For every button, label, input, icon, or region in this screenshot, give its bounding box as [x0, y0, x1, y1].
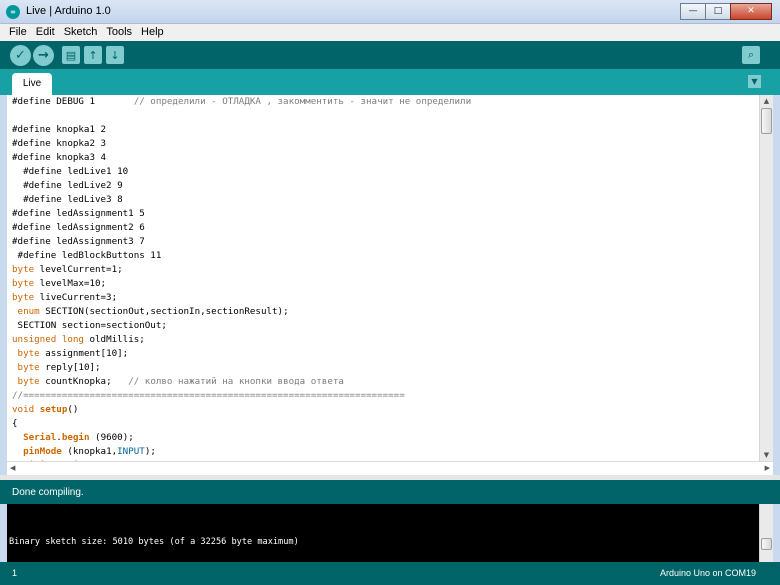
line-number: 1 [12, 568, 18, 578]
code-line: #define ledAssignment1 5 [12, 208, 145, 219]
console-output[interactable]: Binary sketch size: 5010 bytes (of a 322… [7, 504, 759, 562]
console-scroll-thumb[interactable] [761, 538, 772, 550]
code-line: #define ledAssignment3 7 [12, 236, 145, 247]
maximize-button[interactable]: □ [705, 3, 731, 20]
close-button[interactable]: ✕ [730, 3, 772, 20]
code-line: #define ledAssignment2 6 [12, 222, 145, 233]
footer-bar: 1 Arduino Uno on COM19 [0, 562, 780, 585]
code-line: #define ledLive2 9 [12, 180, 123, 191]
code-line: #define knopka2 3 [12, 138, 107, 149]
menu-edit[interactable]: Edit [29, 24, 57, 40]
scroll-right-arrow-icon[interactable]: ▶ [765, 462, 770, 475]
status-message: Done compiling. [12, 487, 84, 498]
serial-monitor-button[interactable]: ⌕ [742, 46, 760, 64]
save-sketch-button[interactable]: ↓ [106, 46, 124, 64]
editor-vertical-scrollbar[interactable]: ▲ ▼ [759, 95, 773, 461]
code-text[interactable]: #define DEBUG 1 // определили - ОТЛАДКА … [7, 95, 759, 461]
code-line: pinMode (knopka1,INPUT); [23, 446, 156, 457]
arrow-up-icon: ↑ [88, 48, 98, 62]
code-editor[interactable]: #define DEBUG 1 // определили - ОТЛАДКА … [7, 95, 759, 461]
editor-scroll-thumb[interactable] [761, 108, 772, 134]
code-line: #define ledLive3 8 [12, 194, 123, 205]
menu-file[interactable]: File [0, 24, 29, 40]
code-line: #define knopka1 2 [12, 124, 107, 135]
arduino-logo-icon: ∞ [6, 5, 20, 19]
arrow-right-icon: → [38, 48, 49, 63]
code-line: //======================================… [12, 390, 405, 401]
scroll-down-arrow-icon[interactable]: ▼ [760, 449, 773, 461]
code-line: void setup() [12, 404, 79, 415]
tab-live[interactable]: Live [12, 73, 52, 95]
code-line: #define ledBlockButtons 11 [12, 250, 162, 261]
console-vertical-scrollbar[interactable] [759, 504, 773, 562]
code-line: ​ [12, 109, 759, 123]
console-text: Binary sketch size: 5010 bytes (of a 322… [9, 537, 299, 547]
code-line: byte levelMax=10; [12, 278, 107, 289]
code-line: byte reply[10]; [17, 362, 101, 373]
open-sketch-button[interactable]: ↑ [84, 46, 102, 64]
code-line: byte liveCurrent=3; [12, 292, 118, 303]
magnifier-icon: ⌕ [747, 48, 755, 61]
menu-tools[interactable]: Tools [99, 24, 134, 40]
new-sketch-button[interactable]: ▤ [62, 46, 80, 64]
board-port-label: Arduino Uno on COM19 [659, 568, 756, 578]
window-title: Live | Arduino 1.0 [26, 5, 111, 17]
new-file-icon: ▤ [65, 48, 77, 62]
code-line: { [12, 418, 18, 429]
code-line: Serial.begin (9600); [23, 432, 134, 443]
toolbar: ✓ → ▤ ↑ ↓ ⌕ [0, 41, 780, 69]
verify-button[interactable]: ✓ [10, 45, 31, 66]
upload-button[interactable]: → [33, 45, 54, 66]
menu-help[interactable]: Help [134, 24, 166, 40]
scroll-left-arrow-icon[interactable]: ◀ [10, 462, 15, 475]
code-line: #define ledLive1 10 [12, 166, 129, 177]
tab-bar: Live ▼ [0, 69, 780, 95]
window-titlebar[interactable]: ∞ Live | Arduino 1.0 — □ ✕ [0, 0, 780, 24]
minimize-button[interactable]: — [680, 3, 706, 20]
scroll-up-arrow-icon[interactable]: ▲ [760, 95, 773, 107]
window-controls: — □ ✕ [680, 3, 772, 21]
code-line: byte levelCurrent=1; [12, 264, 123, 275]
menu-bar: File Edit Sketch Tools Help [0, 24, 780, 41]
editor-horizontal-scrollbar[interactable]: ◀ ▶ [7, 461, 773, 475]
status-bar: Done compiling. [0, 480, 780, 504]
code-line: #define knopka3 4 [12, 152, 107, 163]
code-line: #define DEBUG 1 // определили - ОТЛАДКА … [12, 96, 472, 107]
tab-menu-button[interactable]: ▼ [748, 75, 761, 88]
code-line: byte countKnopka; // колво нажатий на кн… [17, 376, 344, 387]
triangle-down-icon: ▼ [751, 77, 758, 86]
code-line: SECTION section=sectionOut; [12, 320, 167, 331]
code-line: unsigned long oldMillis; [12, 334, 145, 345]
code-line: byte assignment[10]; [17, 348, 129, 359]
code-line: enum SECTION(sectionOut,sectionIn,sectio… [17, 306, 289, 317]
arrow-down-icon: ↓ [110, 48, 120, 62]
menu-sketch[interactable]: Sketch [57, 24, 100, 40]
checkmark-icon: ✓ [15, 48, 26, 63]
